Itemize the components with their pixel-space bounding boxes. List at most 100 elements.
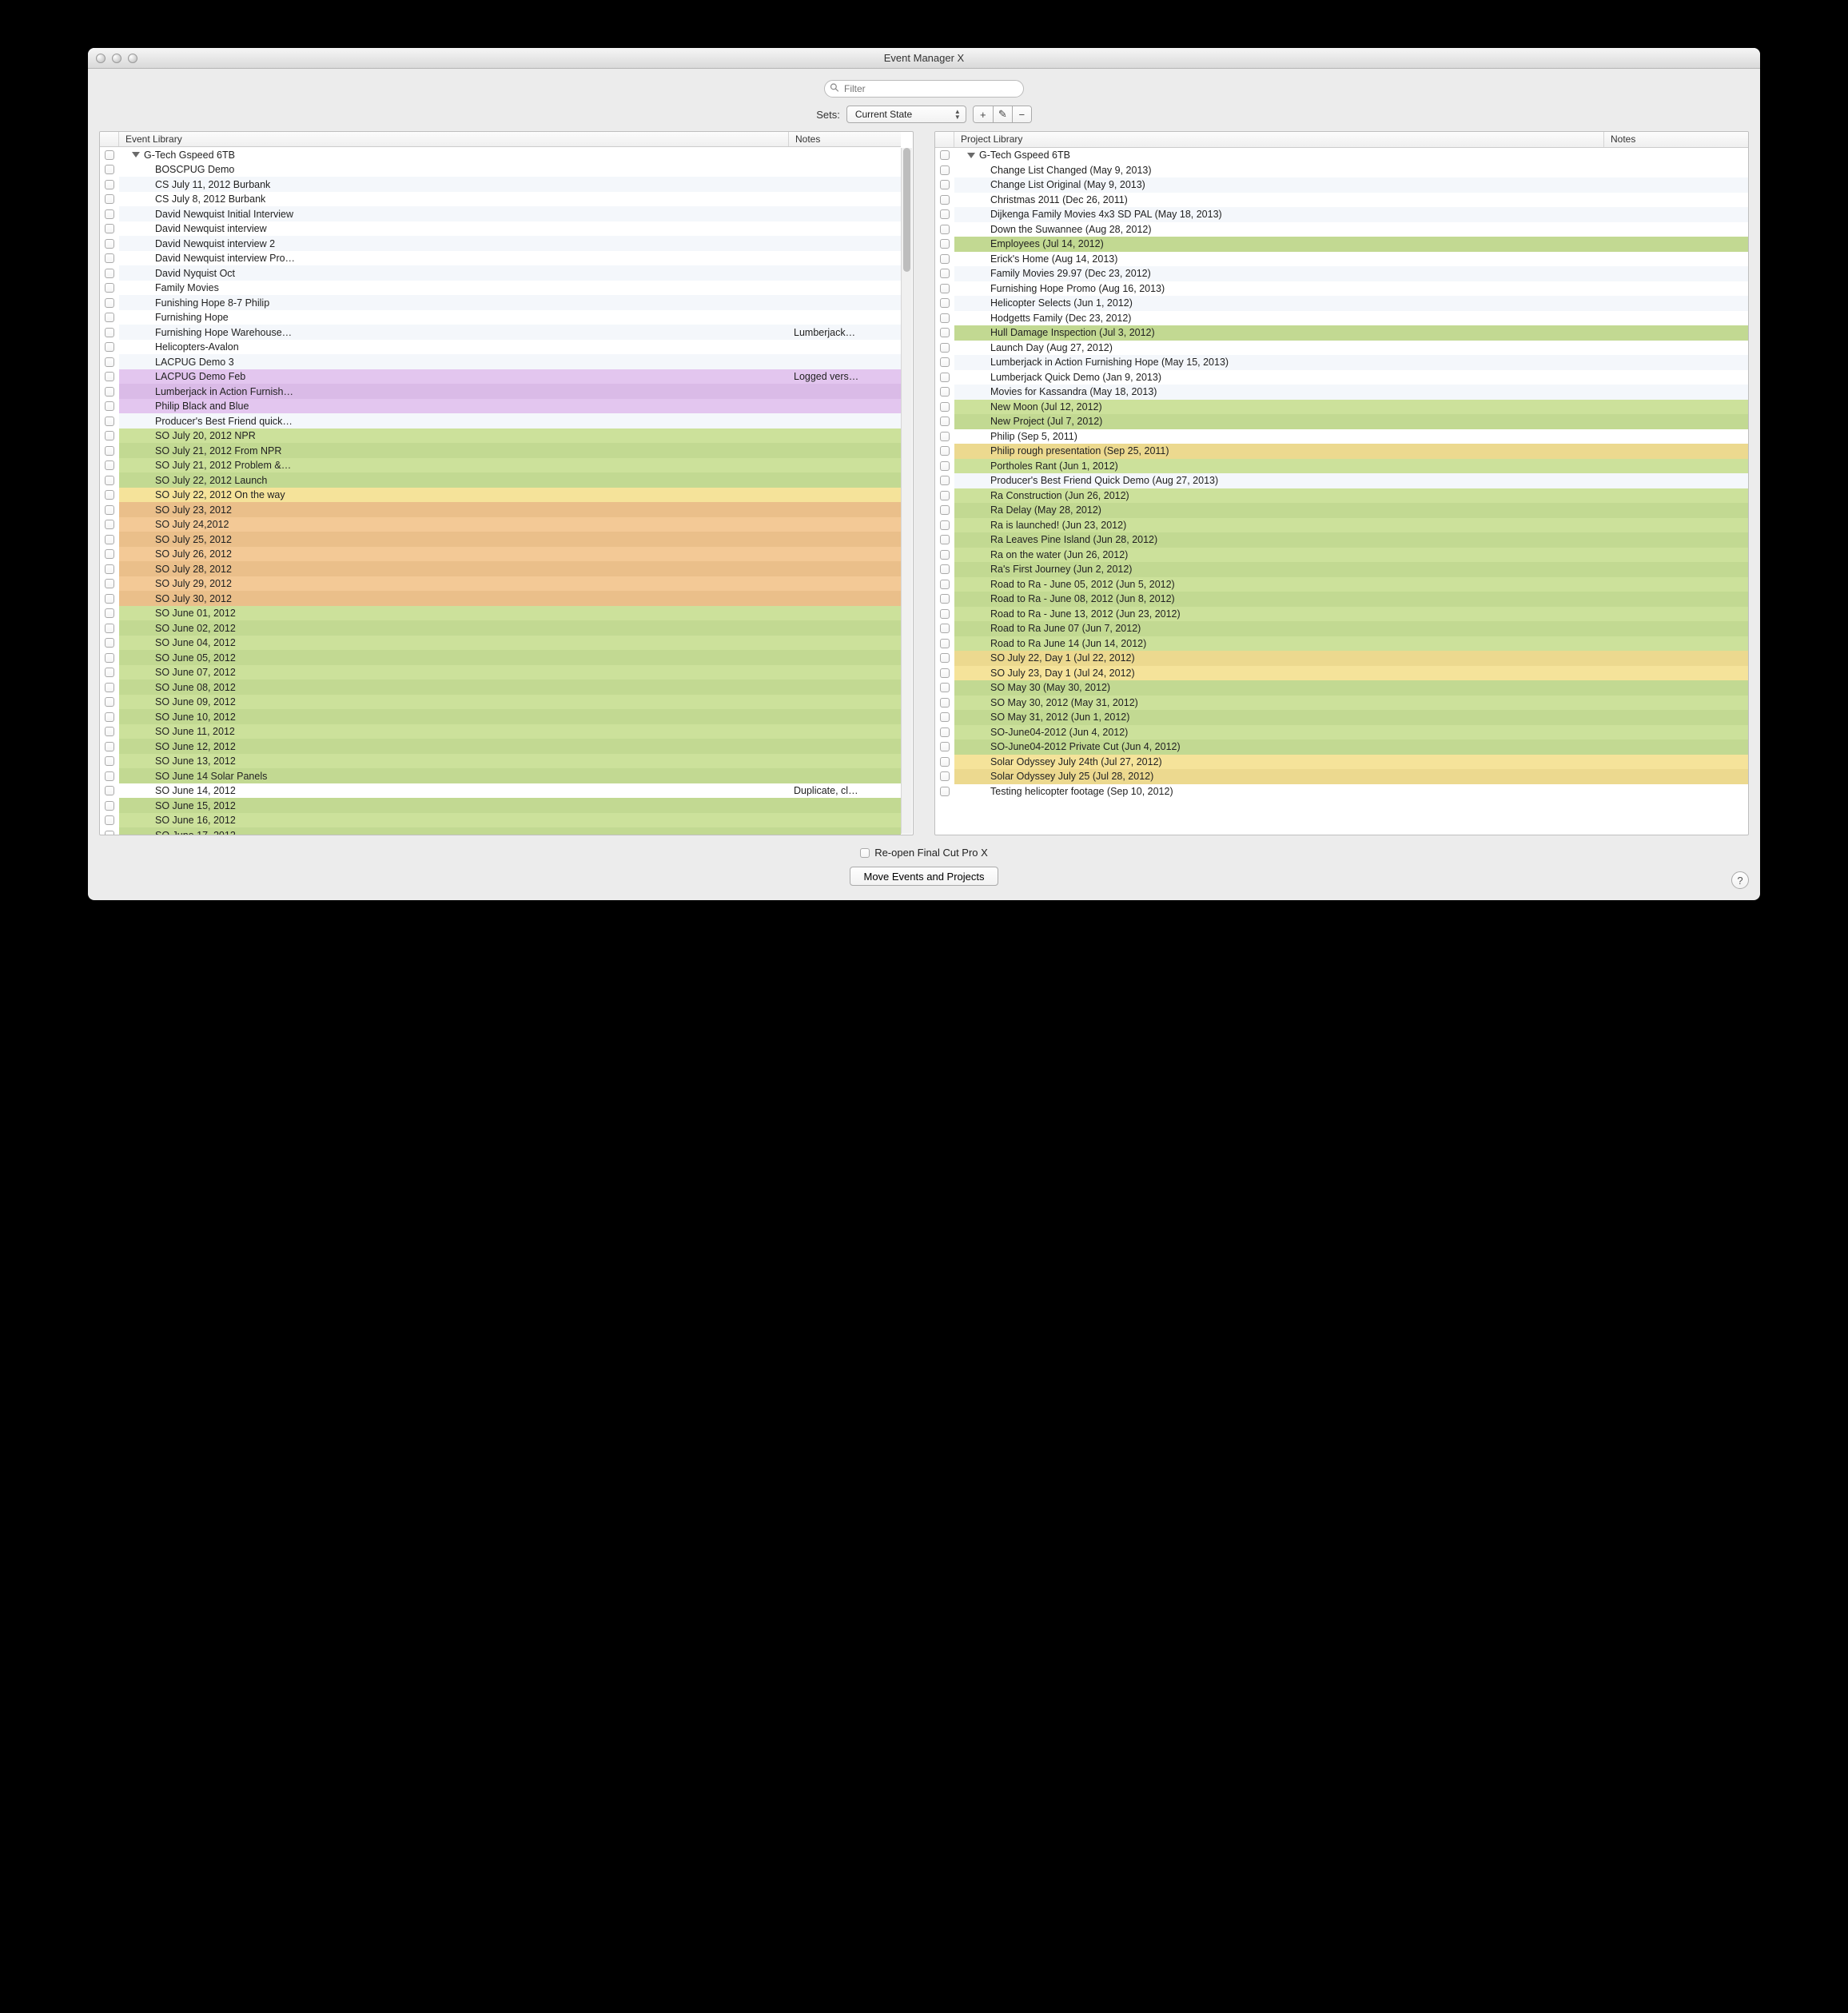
row-checkbox[interactable] (105, 831, 114, 835)
row-checkbox[interactable] (105, 756, 114, 766)
table-row[interactable]: SO July 21, 2012 Problem &… (100, 458, 901, 473)
row-checkbox[interactable] (940, 580, 950, 589)
event-col-notes[interactable]: Notes (789, 132, 901, 146)
row-checkbox[interactable] (940, 742, 950, 751)
table-row[interactable]: Family Movies (100, 281, 901, 296)
table-row[interactable]: SO July 22, 2012 Launch (100, 472, 901, 488)
row-checkbox[interactable] (105, 683, 114, 692)
project-col-notes[interactable]: Notes (1604, 132, 1748, 147)
table-row[interactable]: Furnishing Hope Promo (Aug 16, 2013) (935, 281, 1748, 297)
reopen-checkbox-row[interactable]: Re-open Final Cut Pro X (860, 847, 988, 859)
table-row[interactable]: Producer's Best Friend Quick Demo (Aug 2… (935, 473, 1748, 488)
row-checkbox[interactable] (940, 180, 950, 189)
table-row[interactable]: SO May 30, 2012 (May 31, 2012) (935, 696, 1748, 711)
row-checkbox[interactable] (940, 446, 950, 456)
project-col-main[interactable]: Project Library (954, 132, 1604, 147)
table-row[interactable]: SO-June04-2012 (Jun 4, 2012) (935, 725, 1748, 740)
table-row[interactable]: SO June 12, 2012 (100, 739, 901, 754)
table-row[interactable]: LACPUG Demo FebLogged vers… (100, 369, 901, 385)
table-row[interactable]: Change List Changed (May 9, 2013) (935, 163, 1748, 178)
table-row[interactable]: David Newquist interview Pro… (100, 251, 901, 266)
table-row[interactable]: Solar Odyssey July 24th (Jul 27, 2012) (935, 755, 1748, 770)
table-row[interactable]: Testing helicopter footage (Sep 10, 2012… (935, 784, 1748, 799)
row-checkbox[interactable] (105, 771, 114, 781)
table-row[interactable]: Helicopters-Avalon (100, 340, 901, 355)
table-row[interactable]: Philip (Sep 5, 2011) (935, 429, 1748, 444)
table-row[interactable]: Ra Delay (May 28, 2012) (935, 503, 1748, 518)
row-checkbox[interactable] (940, 653, 950, 663)
table-row[interactable]: Employees (Jul 14, 2012) (935, 237, 1748, 252)
table-row[interactable]: SO July 30, 2012 (100, 591, 901, 606)
table-row[interactable]: Ra's First Journey (Jun 2, 2012) (935, 562, 1748, 577)
table-row[interactable]: SO July 22, Day 1 (Jul 22, 2012) (935, 651, 1748, 666)
table-row[interactable]: SO July 29, 2012 (100, 576, 901, 592)
table-row[interactable]: Philip rough presentation (Sep 25, 2011) (935, 444, 1748, 459)
row-checkbox[interactable] (940, 624, 950, 633)
row-checkbox[interactable] (940, 550, 950, 560)
table-row[interactable]: Change List Original (May 9, 2013) (935, 177, 1748, 193)
table-row[interactable]: SO July 25, 2012 (100, 532, 901, 547)
row-checkbox[interactable] (105, 401, 114, 411)
table-row[interactable]: Down the Suwannee (Aug 28, 2012) (935, 222, 1748, 237)
edit-set-button[interactable]: ✎ (993, 106, 1012, 122)
row-checkbox[interactable] (105, 786, 114, 795)
table-row[interactable]: Movies for Kassandra (May 18, 2013) (935, 385, 1748, 400)
row-checkbox[interactable] (940, 683, 950, 692)
table-row[interactable]: Erick's Home (Aug 14, 2013) (935, 252, 1748, 267)
row-checkbox[interactable] (940, 609, 950, 619)
row-checkbox[interactable] (940, 357, 950, 367)
table-row[interactable]: Family Movies 29.97 (Dec 23, 2012) (935, 266, 1748, 281)
table-row[interactable]: SO July 26, 2012 (100, 547, 901, 562)
row-checkbox[interactable] (105, 239, 114, 249)
table-row[interactable]: SO June 13, 2012 (100, 754, 901, 769)
table-row[interactable]: CS July 11, 2012 Burbank (100, 177, 901, 192)
table-row[interactable]: SO May 30 (May 30, 2012) (935, 680, 1748, 696)
table-row[interactable]: New Project (Jul 7, 2012) (935, 414, 1748, 429)
row-checkbox[interactable] (105, 742, 114, 751)
table-row[interactable]: Road to Ra - June 05, 2012 (Jun 5, 2012) (935, 577, 1748, 592)
table-row[interactable]: SO June 15, 2012 (100, 798, 901, 813)
table-row[interactable]: Lumberjack in Action Furnish… (100, 384, 901, 399)
row-checkbox[interactable] (940, 639, 950, 648)
table-row[interactable]: Launch Day (Aug 27, 2012) (935, 341, 1748, 356)
row-checkbox[interactable] (940, 209, 950, 219)
table-row[interactable]: SO June 14, 2012Duplicate, cl… (100, 783, 901, 799)
row-checkbox[interactable] (105, 505, 114, 515)
table-row[interactable]: David Nyquist Oct (100, 265, 901, 281)
table-row[interactable]: Ra Leaves Pine Island (Jun 28, 2012) (935, 532, 1748, 548)
row-checkbox[interactable] (940, 594, 950, 604)
row-checkbox[interactable] (105, 357, 114, 367)
table-row[interactable]: SO June 11, 2012 (100, 724, 901, 739)
disclosure-triangle-icon[interactable] (967, 153, 975, 158)
table-row[interactable]: Helicopter Selects (Jun 1, 2012) (935, 296, 1748, 311)
table-row[interactable]: Road to Ra June 14 (Jun 14, 2012) (935, 636, 1748, 652)
table-row[interactable]: Road to Ra - June 08, 2012 (Jun 8, 2012) (935, 592, 1748, 607)
row-checkbox[interactable] (105, 520, 114, 529)
move-button[interactable]: Move Events and Projects (850, 867, 998, 886)
row-checkbox[interactable] (105, 815, 114, 825)
row-checkbox[interactable] (105, 194, 114, 204)
row-checkbox[interactable] (940, 535, 950, 544)
row-checkbox[interactable] (940, 491, 950, 500)
row-checkbox[interactable] (105, 209, 114, 219)
reopen-checkbox[interactable] (860, 848, 870, 858)
table-row[interactable]: Dijkenga Family Movies 4x3 SD PAL (May 1… (935, 207, 1748, 222)
row-checkbox[interactable] (940, 417, 950, 426)
table-row[interactable]: Solar Odyssey July 25 (Jul 28, 2012) (935, 769, 1748, 784)
table-row[interactable]: SO-June04-2012 Private Cut (Jun 4, 2012) (935, 739, 1748, 755)
table-row[interactable]: SO June 17, 2012 (100, 827, 901, 835)
table-row[interactable]: Furnishing Hope (100, 310, 901, 325)
table-row[interactable]: SO June 09, 2012 (100, 695, 901, 710)
row-checkbox[interactable] (940, 165, 950, 175)
table-row[interactable]: SO June 02, 2012 (100, 620, 901, 636)
row-checkbox[interactable] (105, 446, 114, 456)
table-row[interactable]: SO June 05, 2012 (100, 650, 901, 665)
table-row[interactable]: SO July 23, Day 1 (Jul 24, 2012) (935, 666, 1748, 681)
table-row[interactable]: New Moon (Jul 12, 2012) (935, 400, 1748, 415)
table-row[interactable]: SO June 10, 2012 (100, 709, 901, 724)
table-row[interactable]: SO July 28, 2012 (100, 561, 901, 576)
row-checkbox[interactable] (940, 564, 950, 574)
row-checkbox[interactable] (105, 372, 114, 381)
row-checkbox[interactable] (940, 461, 950, 471)
row-checkbox[interactable] (105, 313, 114, 322)
